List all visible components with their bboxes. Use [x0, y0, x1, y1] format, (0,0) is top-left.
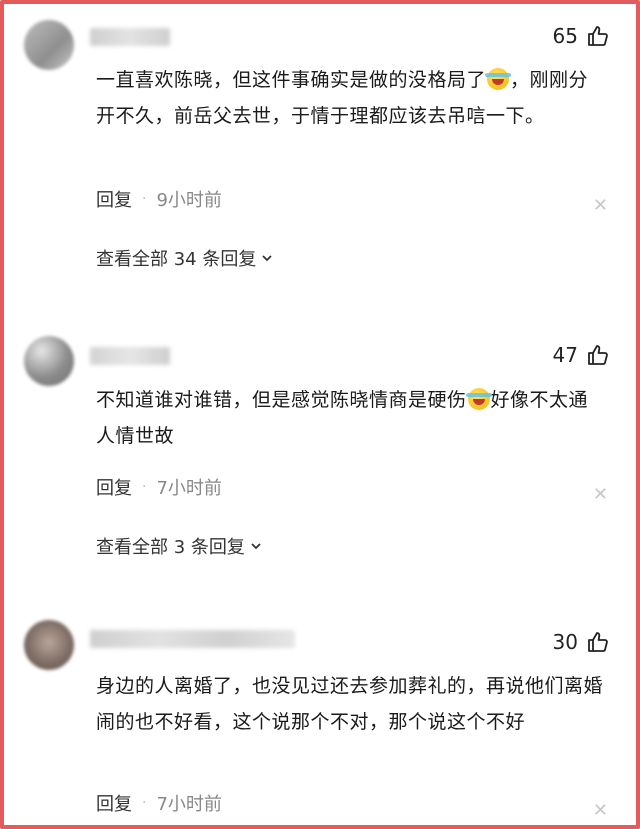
separator-dot: · — [142, 795, 147, 811]
chevron-down-icon — [262, 255, 272, 262]
close-icon[interactable]: ✕ — [593, 800, 608, 821]
reply-button[interactable]: 回复 — [96, 186, 132, 212]
thumbs-up-icon — [588, 632, 608, 652]
reply-button[interactable]: 回复 — [96, 790, 132, 816]
comment-meta: 回复 · 7小时前 — [96, 474, 222, 500]
view-replies-label: 查看全部 34 条回复 — [96, 249, 257, 270]
close-icon[interactable]: ✕ — [593, 484, 608, 505]
comment-text: 不知道谁对谁错，但是感觉陈晓情商是硬伤 好像不太通人情世故 — [96, 388, 589, 447]
timestamp: 7小时前 — [156, 478, 222, 499]
view-replies-label: 查看全部 3 条回复 — [96, 537, 245, 558]
like-button[interactable]: 30 — [553, 630, 610, 654]
comment-text: 一直喜欢陈晓，但这件事确实是做的没格局了 ，刚刚分开不久，前岳父去世，于情于理都应… — [96, 68, 589, 127]
comment-meta: 回复 · 7小时前 — [96, 790, 222, 816]
laughing-crying-emoji-icon — [485, 68, 512, 90]
username-blurred[interactable] — [90, 28, 170, 46]
avatar[interactable] — [24, 20, 74, 70]
username-blurred[interactable] — [90, 347, 170, 365]
like-count: 65 — [552, 24, 578, 48]
avatar[interactable] — [24, 336, 74, 386]
thumbs-up-icon — [588, 345, 608, 365]
avatar[interactable] — [24, 620, 74, 670]
thumbs-up-icon — [588, 26, 608, 46]
timestamp: 9小时前 — [156, 190, 222, 211]
timestamp: 7小时前 — [156, 794, 222, 815]
comment-meta: 回复 · 9小时前 — [96, 186, 222, 212]
view-replies-button[interactable]: 查看全部 34 条回复 — [96, 245, 274, 271]
view-replies-button[interactable]: 查看全部 3 条回复 — [96, 533, 263, 559]
comment-text: 身边的人离婚了，也没见过还去参加葬礼的，再说他们离婚闹的也不好看，这个说那个不对… — [96, 675, 604, 733]
like-button[interactable]: 47 — [553, 343, 610, 367]
separator-dot: · — [142, 479, 147, 495]
laughing-crying-emoji-icon — [465, 388, 492, 410]
username-blurred[interactable] — [90, 630, 295, 648]
like-count: 30 — [552, 630, 578, 654]
close-icon[interactable]: ✕ — [593, 195, 608, 216]
separator-dot: · — [142, 191, 147, 207]
like-button[interactable]: 65 — [553, 24, 610, 48]
reply-button[interactable]: 回复 — [96, 474, 132, 500]
chevron-down-icon — [251, 543, 261, 550]
like-count: 47 — [552, 343, 578, 367]
